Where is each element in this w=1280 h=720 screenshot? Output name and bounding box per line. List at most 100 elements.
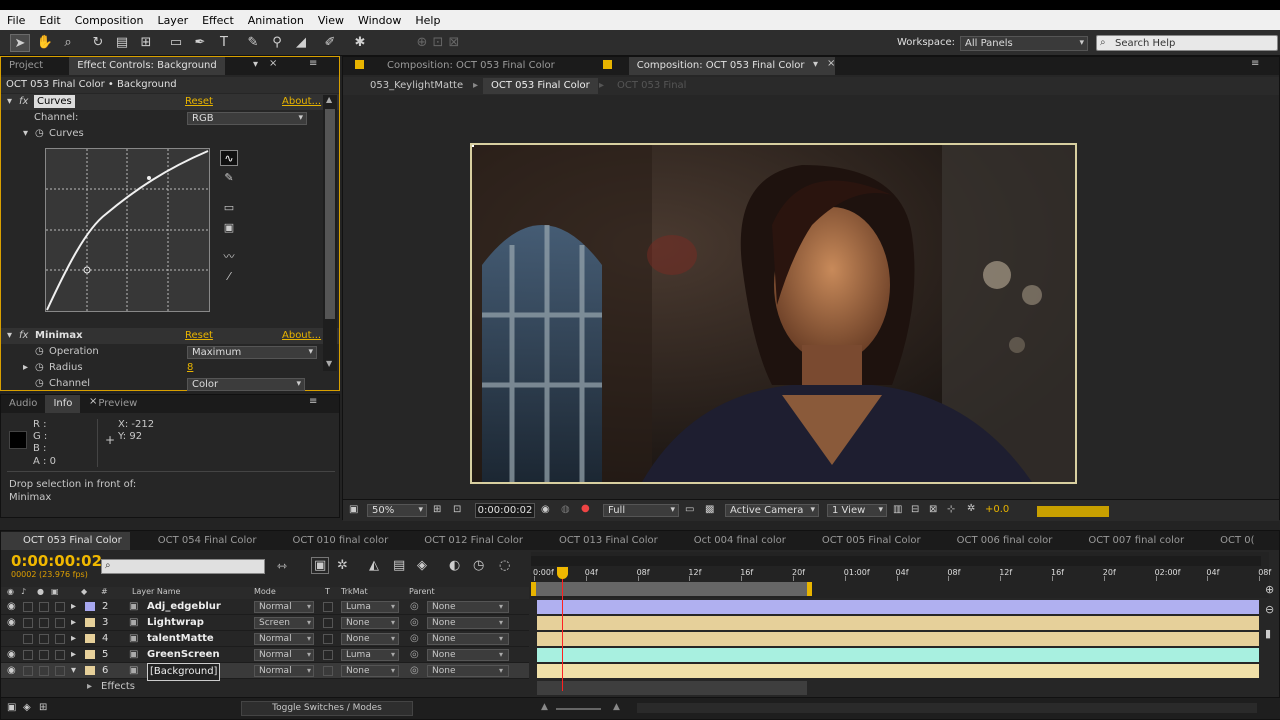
- menu-layer[interactable]: Layer: [150, 14, 195, 27]
- composition-viewer[interactable]: [470, 143, 1077, 484]
- preserve-transparency-toggle[interactable]: [323, 618, 333, 628]
- solo-toggle[interactable]: [39, 666, 49, 676]
- puppet-pin-tool-icon[interactable]: ✱: [350, 34, 370, 52]
- tab-composition-2[interactable]: Composition: OCT 053 Final Color: [628, 57, 835, 75]
- time-navigator[interactable]: [531, 556, 1261, 566]
- breadcrumb-item-2[interactable]: OCT 053 Final: [617, 80, 686, 91]
- fx-icon[interactable]: fx: [19, 328, 28, 344]
- layer-duration-bar[interactable]: [537, 616, 1259, 630]
- always-preview-icon[interactable]: ▣: [349, 504, 358, 515]
- reset-line-icon[interactable]: ⁄: [220, 269, 238, 285]
- layer-duration-bar[interactable]: [537, 632, 1259, 646]
- layer-name[interactable]: Adj_edgeblur: [147, 599, 221, 615]
- type-tool-icon[interactable]: T: [214, 34, 234, 52]
- zoom-tool-icon[interactable]: ⌕: [58, 34, 78, 52]
- timeline-tab-1[interactable]: OCT 054 Final Color: [130, 532, 265, 550]
- workspace-select[interactable]: All Panels: [960, 36, 1088, 51]
- stopwatch-icon[interactable]: ◷: [473, 558, 484, 573]
- region-of-interest-icon[interactable]: ▭: [685, 504, 694, 515]
- eye-icon[interactable]: ◉: [7, 663, 16, 679]
- playhead-handle-icon[interactable]: [557, 567, 568, 579]
- curves-graph[interactable]: [45, 148, 210, 312]
- layer-mode-select[interactable]: Screen: [254, 617, 314, 629]
- layer-row[interactable]: ▸ 4 ▣ talentMatte Normal ▾ None ▾ ◎ None ▾: [1, 631, 529, 647]
- effects-row[interactable]: ▸ Effects: [1, 679, 529, 695]
- chevron-down-icon[interactable]: ▾: [307, 647, 311, 663]
- label-color-swatch[interactable]: [85, 634, 95, 643]
- exposure-reset-icon[interactable]: ✲: [967, 503, 975, 514]
- view-layout-select[interactable]: 1 View: [827, 504, 887, 517]
- zoom-in-time-icon[interactable]: ▲: [613, 702, 620, 712]
- close-icon[interactable]: ×: [89, 396, 97, 407]
- layer-duration-bar[interactable]: [537, 664, 1259, 678]
- solo-toggle[interactable]: [39, 650, 49, 660]
- breadcrumb-item-0[interactable]: 053_KeylightMatte: [370, 80, 463, 91]
- audio-toggle[interactable]: [23, 666, 33, 676]
- channel-select[interactable]: RGB: [187, 112, 307, 125]
- eye-icon[interactable]: ◉: [7, 647, 16, 663]
- handle-icon[interactable]: [472, 145, 474, 147]
- hide-shy-icon[interactable]: ✲: [337, 558, 348, 573]
- transparency-grid-icon[interactable]: ▩: [705, 504, 714, 515]
- zoom-out-icon[interactable]: ⊖: [1265, 603, 1274, 616]
- preserve-transparency-toggle[interactable]: [323, 666, 333, 676]
- lock-toggle[interactable]: [55, 634, 65, 644]
- pick-whip-icon[interactable]: ◎: [410, 647, 419, 663]
- expand-arrow-icon[interactable]: ▸: [71, 599, 76, 615]
- effect-controls-scrollbar[interactable]: ▲ ▼: [323, 95, 337, 371]
- roto-brush-tool-icon[interactable]: ✐: [320, 34, 340, 52]
- solo-toggle[interactable]: [39, 618, 49, 628]
- menu-view[interactable]: View: [311, 14, 351, 27]
- stopwatch-icon[interactable]: ◷: [35, 126, 44, 142]
- layer-parent-select[interactable]: None: [427, 633, 509, 645]
- zoom-select[interactable]: 50%: [367, 504, 427, 517]
- mini-flowchart-icon[interactable]: ⇿: [277, 559, 287, 573]
- timeline-h-scrollbar[interactable]: [637, 703, 1257, 713]
- chevron-down-icon[interactable]: ▾: [307, 631, 311, 647]
- tab-effect-controls[interactable]: Effect Controls: Background: [69, 57, 225, 75]
- audio-toggle[interactable]: [23, 650, 33, 660]
- layer-row[interactable]: ◉ ▸ 2 ▣ Adj_edgeblur Normal ▾ Luma ▾ ◎ None ▾: [1, 599, 529, 615]
- scroll-up-icon[interactable]: ▲: [326, 95, 332, 104]
- timeline-icon[interactable]: ⊠: [929, 504, 937, 515]
- panel-menu-icon[interactable]: ≡: [309, 58, 317, 69]
- minimax-effect-row[interactable]: ▾ fx Minimax Reset About...: [1, 328, 339, 344]
- lock-toggle[interactable]: [55, 602, 65, 612]
- expand-switches-icon[interactable]: ◈: [23, 702, 31, 713]
- tab-preview[interactable]: Preview: [90, 395, 145, 413]
- frame-blending-icon[interactable]: ◭: [369, 558, 379, 573]
- audio-toggle[interactable]: [23, 602, 33, 612]
- layer-name[interactable]: talentMatte: [147, 631, 214, 647]
- panel-menu-icon[interactable]: ≡: [1251, 58, 1259, 69]
- tab-project[interactable]: Project: [1, 57, 51, 75]
- show-snapshot-icon[interactable]: ◍: [561, 504, 570, 515]
- work-area-start-handle[interactable]: [531, 582, 536, 596]
- preserve-transparency-toggle[interactable]: [323, 602, 333, 612]
- col-layer-name[interactable]: Layer Name: [132, 587, 180, 596]
- timeline-tab-5[interactable]: Oct 004 final color: [666, 532, 794, 550]
- timeline-tab-0[interactable]: OCT 053 Final Color: [1, 531, 130, 550]
- scrollbar-thumb[interactable]: [325, 109, 335, 319]
- tab-info[interactable]: Info: [45, 395, 81, 413]
- flowchart-icon[interactable]: ⊹: [947, 504, 955, 515]
- minimax-reset-link[interactable]: Reset: [185, 328, 213, 344]
- preserve-transparency-toggle[interactable]: [323, 650, 333, 660]
- layer-parent-select[interactable]: None: [427, 665, 509, 677]
- fast-preview-icon[interactable]: ⊟: [911, 504, 919, 515]
- toggle-pixel-aspect-icon[interactable]: ▥: [893, 504, 902, 515]
- channel-icon[interactable]: ●: [581, 503, 590, 514]
- radius-value[interactable]: 8: [187, 360, 193, 376]
- layer-mode-select[interactable]: Normal: [254, 601, 314, 613]
- work-area-end-handle[interactable]: [807, 582, 812, 596]
- layer-name[interactable]: GreenScreen: [147, 647, 220, 663]
- layer-mode-select[interactable]: Normal: [254, 665, 314, 677]
- tab-dropdown-icon[interactable]: ▾: [253, 59, 258, 70]
- expand-inout-icon[interactable]: ⊞: [39, 702, 47, 713]
- expand-arrow-icon[interactable]: ▸: [71, 631, 76, 647]
- chevron-down-icon[interactable]: ▾: [307, 599, 311, 615]
- menu-effect[interactable]: Effect: [195, 14, 241, 27]
- clone-stamp-tool-icon[interactable]: ⚲: [267, 34, 287, 52]
- solo-toggle[interactable]: [39, 602, 49, 612]
- timeline-tab-3[interactable]: OCT 012 Final Color: [396, 532, 531, 550]
- lock-toggle[interactable]: [55, 666, 65, 676]
